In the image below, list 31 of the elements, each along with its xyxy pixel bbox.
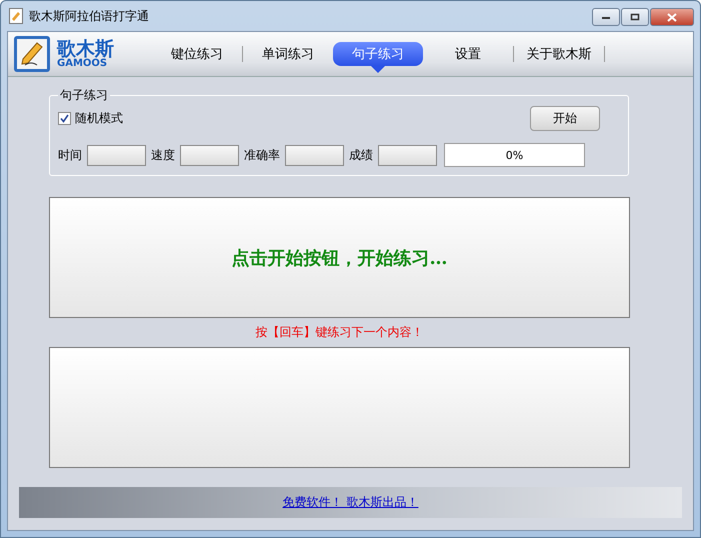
stat-field bbox=[285, 144, 344, 166]
group-title: 句子练习 bbox=[59, 87, 109, 104]
minimize-button[interactable] bbox=[592, 8, 620, 26]
close-icon bbox=[667, 12, 677, 22]
prompt-message: 点击开始按钮，开始练习… bbox=[232, 246, 448, 270]
stat-label: 成绩 bbox=[349, 146, 373, 164]
close-button[interactable] bbox=[650, 8, 694, 26]
stat-field bbox=[180, 144, 239, 166]
stat-field bbox=[378, 144, 437, 166]
nav-tab[interactable]: 键位练习 bbox=[152, 42, 242, 66]
maximize-button[interactable] bbox=[621, 8, 649, 26]
hint-text: 按【回车】键练习下一个内容！ bbox=[254, 324, 424, 341]
stat-field bbox=[87, 144, 146, 166]
maximize-icon bbox=[630, 13, 640, 21]
window-title: 歌木斯阿拉伯语打字通 bbox=[29, 8, 149, 24]
nav-tab[interactable]: 单词练习 bbox=[243, 42, 333, 66]
start-button[interactable]: 开始 bbox=[530, 106, 600, 131]
nav-tab[interactable]: 句子练习 bbox=[333, 42, 423, 73]
app-icon bbox=[9, 8, 23, 24]
stat-label: 准确率 bbox=[244, 146, 280, 164]
checkbox-label: 随机模式 bbox=[75, 110, 123, 127]
progress-text: 0% bbox=[504, 148, 524, 164]
pencil-note-icon bbox=[13, 35, 51, 73]
logo-subtitle: GAMOOS bbox=[57, 58, 108, 68]
stat-label: 时间 bbox=[58, 146, 82, 164]
checkbox[interactable] bbox=[58, 112, 71, 125]
stat-label: 速度 bbox=[151, 146, 175, 164]
logo-text: 歌木斯 bbox=[57, 40, 115, 58]
nav-tab[interactable]: 设置 bbox=[423, 42, 513, 66]
footer-link[interactable]: 免费软件！ 歌木斯出品！ bbox=[282, 494, 418, 511]
nav-tab[interactable]: 关于歌木斯 bbox=[514, 42, 604, 66]
